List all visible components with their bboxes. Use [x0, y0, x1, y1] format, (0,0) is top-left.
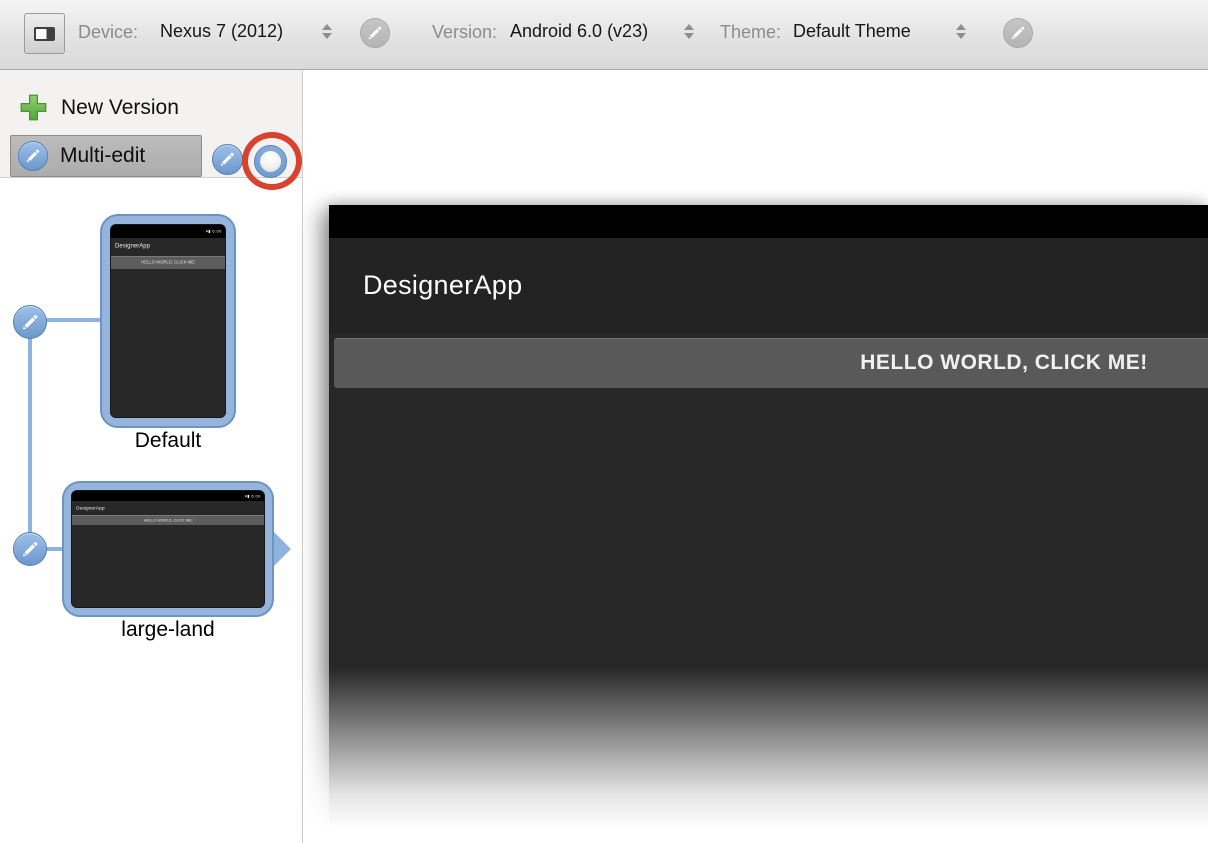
orientation-icon	[34, 27, 55, 41]
theme-select[interactable]: Default Theme	[793, 21, 911, 42]
new-version-label: New Version	[61, 96, 179, 120]
design-surface: DesignerApp HELLO WORLD, CLICK ME!	[303, 70, 1208, 843]
device-select[interactable]: Nexus 7 (2012)	[160, 21, 283, 42]
theme-stepper-icon[interactable]	[956, 24, 966, 39]
pencil-icon	[18, 141, 48, 171]
mini-hello-button: HELLO WORLD, CLICK ME!	[72, 515, 264, 525]
selected-version-arrow-icon	[274, 532, 291, 566]
edit-versions-button[interactable]	[212, 144, 243, 175]
edit-version-large-land-button[interactable]	[13, 532, 47, 566]
orientation-toggle-button[interactable]	[24, 13, 65, 54]
designer-window: Device: Nexus 7 (2012) Version: Android …	[0, 0, 1208, 843]
version-stepper-icon[interactable]	[684, 24, 694, 39]
multi-edit-label: Multi-edit	[60, 144, 145, 168]
pencil-icon	[20, 539, 40, 559]
mini-status-bar: ▾▮ 6:00	[111, 225, 225, 238]
pencil-icon	[218, 150, 237, 169]
multi-edit-button[interactable]: Multi-edit	[10, 135, 202, 177]
mini-hello-button: HELLO WORLD, CLICK ME!	[111, 256, 225, 269]
version-thumbnail-large-land[interactable]: ▾▮ 6:00 DesignerApp HELLO WORLD, CLICK M…	[62, 481, 274, 617]
pencil-icon	[20, 312, 40, 332]
top-toolbar: Device: Nexus 7 (2012) Version: Android …	[0, 0, 1208, 70]
plus-icon	[18, 92, 49, 123]
pencil-icon	[1009, 24, 1027, 42]
version-select[interactable]: Android 6.0 (v23)	[510, 21, 648, 42]
edit-version-default-button[interactable]	[13, 305, 47, 339]
new-version-button[interactable]: New Version	[18, 92, 179, 123]
edit-device-button[interactable]	[360, 18, 390, 48]
thumbnail-screen: ▾▮ 6:00 DesignerApp HELLO WORLD, CLICK M…	[71, 490, 265, 608]
annotation-circle	[242, 132, 302, 190]
pencil-icon	[366, 24, 384, 42]
hello-world-button-label: HELLO WORLD, CLICK ME!	[860, 351, 1147, 375]
device-stepper-icon[interactable]	[322, 24, 332, 39]
version-connector-line	[28, 322, 32, 549]
mini-status-bar: ▾▮ 6:00	[72, 491, 264, 501]
theme-label: Theme:	[720, 22, 781, 43]
versions-sidebar: New Version Multi-edit	[0, 70, 303, 843]
android-status-bar	[329, 205, 1208, 238]
device-label: Device:	[78, 22, 138, 43]
bottom-fade	[303, 600, 1208, 843]
thumbnail-screen: ▾▮ 6:00 DesignerApp HELLO WORLD, CLICK M…	[110, 224, 226, 418]
version-label-default: Default	[100, 429, 236, 453]
app-title: DesignerApp	[363, 270, 522, 301]
mini-app-title: DesignerApp	[111, 238, 225, 254]
mini-app-title: DesignerApp	[72, 501, 264, 514]
hello-world-button[interactable]: HELLO WORLD, CLICK ME!	[334, 338, 1208, 388]
version-label-large-land: large-land	[62, 618, 274, 642]
version-label: Version:	[432, 22, 497, 43]
android-action-bar: DesignerApp	[329, 238, 1208, 333]
edit-theme-button[interactable]	[1003, 18, 1033, 48]
version-thumbnail-default[interactable]: ▾▮ 6:00 DesignerApp HELLO WORLD, CLICK M…	[100, 214, 236, 428]
